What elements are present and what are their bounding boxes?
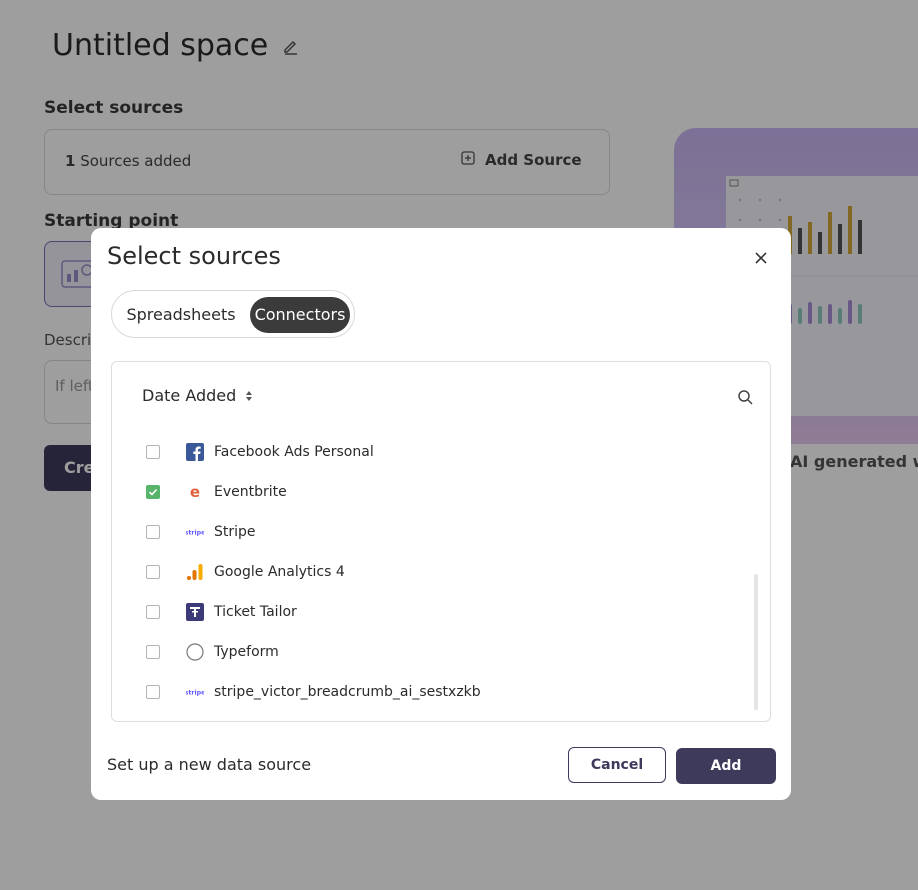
source-checkbox[interactable] <box>146 565 160 579</box>
stripe-icon: stripe <box>186 683 204 701</box>
search-button[interactable] <box>737 389 753 405</box>
checkmark-icon <box>148 488 158 496</box>
source-checkbox[interactable] <box>146 685 160 699</box>
list-item[interactable]: Ticket Tailor <box>146 601 297 623</box>
source-label: Facebook Ads Personal <box>214 444 374 460</box>
source-checkbox[interactable] <box>146 605 160 619</box>
ticket-tailor-icon <box>186 603 204 621</box>
list-item[interactable]: Google Analytics 4 <box>146 561 345 583</box>
facebook-icon <box>186 443 204 461</box>
select-sources-modal: Select sources Spreadsheets Connectors D… <box>91 228 791 800</box>
source-label: Google Analytics 4 <box>214 564 345 580</box>
setup-data-source-link[interactable]: Set up a new data source <box>107 755 311 774</box>
svg-text:e: e <box>190 483 200 501</box>
stripe-icon: stripe <box>186 523 204 541</box>
svg-text:stripe: stripe <box>186 690 204 697</box>
close-icon <box>755 252 767 264</box>
sources-list: Date Added Facebook Ads Personal e Event… <box>111 361 771 722</box>
eventbrite-icon: e <box>186 483 204 501</box>
tab-spreadsheets[interactable]: Spreadsheets <box>118 297 244 333</box>
source-checkbox[interactable] <box>146 645 160 659</box>
google-analytics-icon <box>186 563 204 581</box>
search-icon <box>738 390 753 405</box>
source-type-tabs: Spreadsheets Connectors <box>111 290 355 338</box>
list-item[interactable]: Typeform <box>146 641 279 663</box>
source-checkbox-checked[interactable] <box>146 485 160 499</box>
source-label: stripe_victor_breadcrumb_ai_sestxzkb <box>214 684 481 700</box>
list-item[interactable]: stripe stripe_victor_breadcrumb_ai_sestx… <box>146 681 481 703</box>
list-item[interactable]: Facebook Ads Personal <box>146 441 374 463</box>
add-button[interactable]: Add <box>676 748 776 784</box>
source-checkbox[interactable] <box>146 525 160 539</box>
list-item[interactable]: e Eventbrite <box>146 481 287 503</box>
close-button[interactable] <box>751 248 771 268</box>
sort-dropdown[interactable]: Date Added <box>142 386 253 405</box>
modal-title: Select sources <box>107 242 281 270</box>
list-item[interactable]: stripe Stripe <box>146 521 256 543</box>
source-label: Stripe <box>214 524 256 540</box>
source-checkbox[interactable] <box>146 445 160 459</box>
sort-icon <box>246 390 253 401</box>
cancel-button[interactable]: Cancel <box>568 747 666 783</box>
source-label: Eventbrite <box>214 484 287 500</box>
sort-label: Date Added <box>142 386 237 405</box>
source-label: Ticket Tailor <box>214 604 297 620</box>
source-label: Typeform <box>214 644 279 660</box>
tab-connectors[interactable]: Connectors <box>250 297 350 333</box>
svg-text:stripe: stripe <box>186 530 204 537</box>
scrollbar[interactable] <box>754 574 758 710</box>
typeform-icon <box>186 643 204 661</box>
